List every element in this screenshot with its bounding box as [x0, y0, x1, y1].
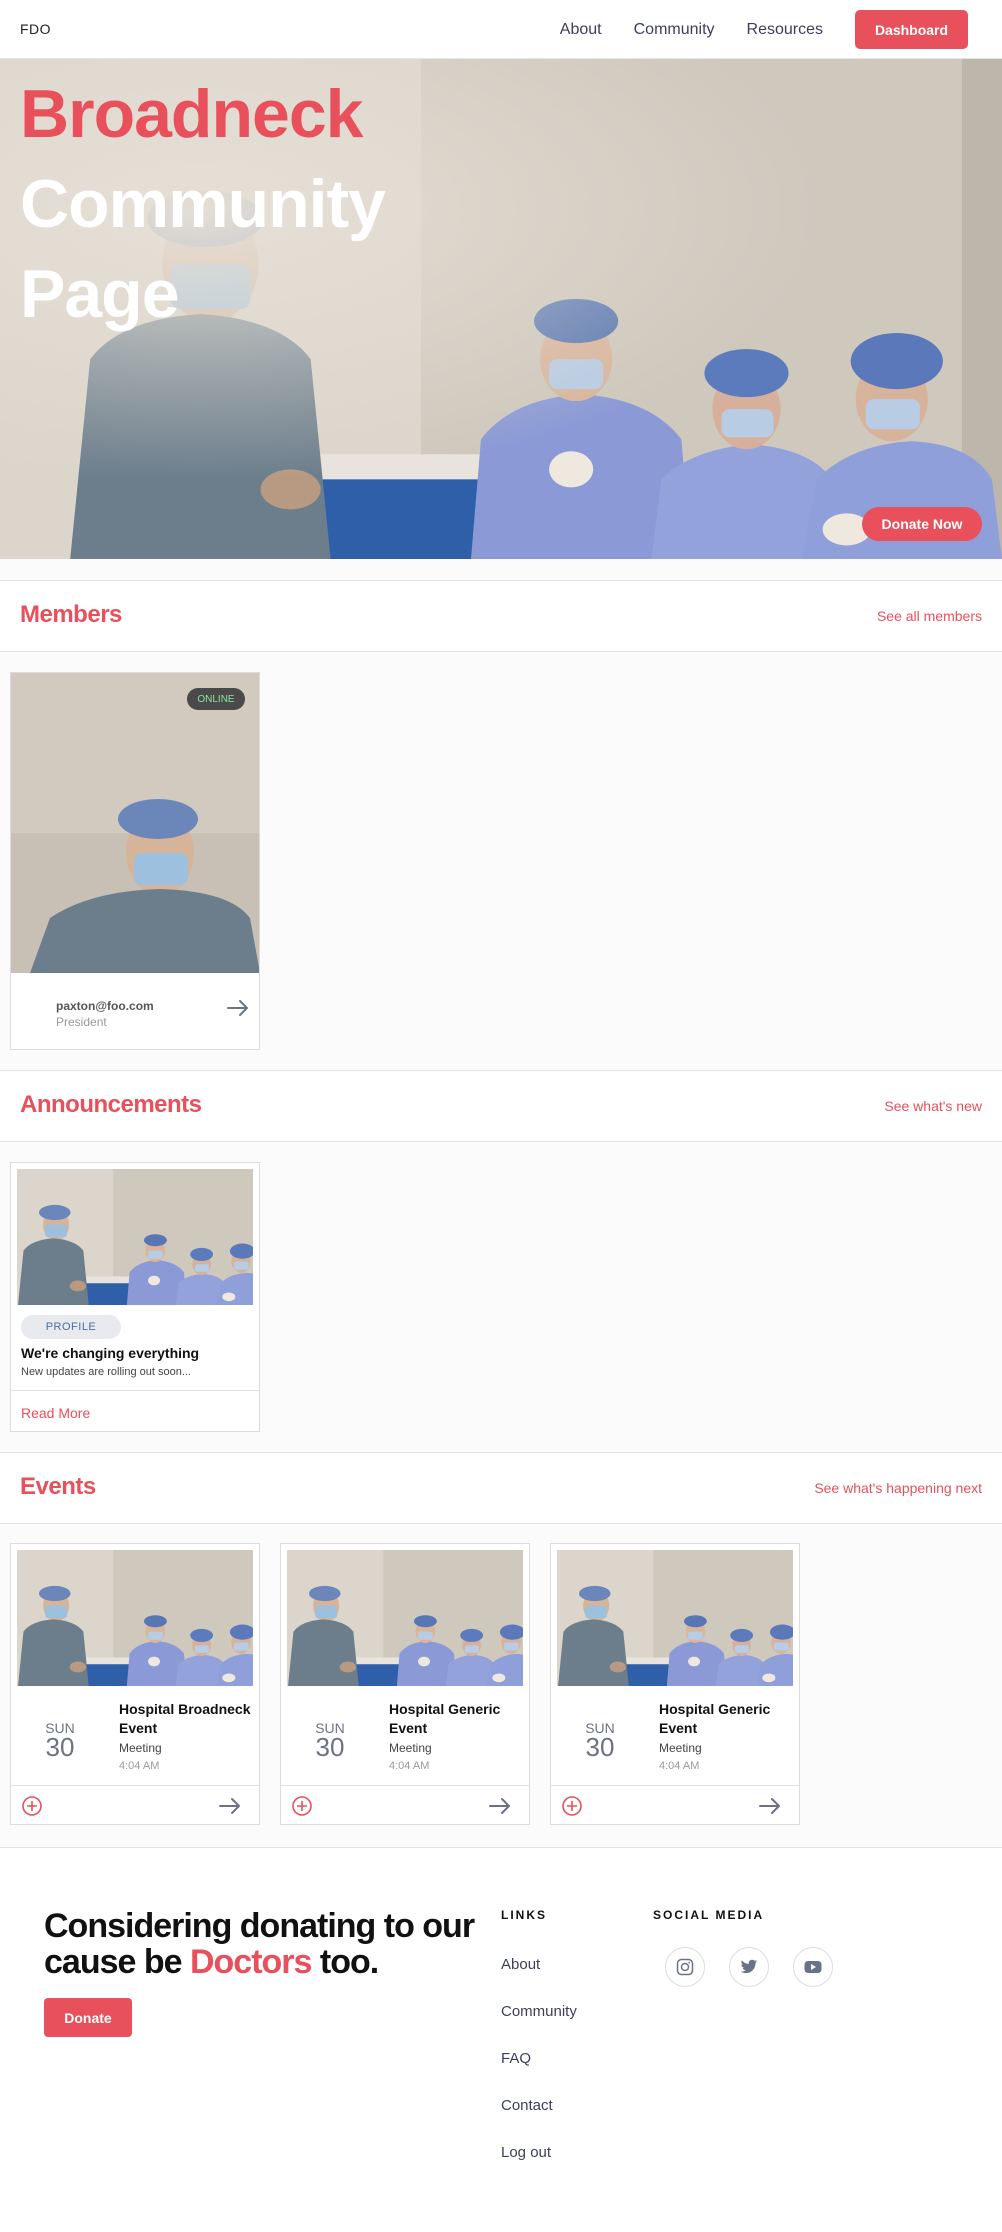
arrow-right-icon[interactable]	[219, 1797, 241, 1815]
donate-now-button[interactable]: Donate Now	[862, 507, 982, 541]
hero-title: Broadneck Community Page	[20, 69, 386, 339]
see-whats-new-link[interactable]: See what's new	[884, 1098, 982, 1114]
nav-links: About Community Resources Dashboard	[560, 10, 968, 49]
member-role: President	[56, 1015, 107, 1029]
add-circle-icon[interactable]	[291, 1795, 313, 1817]
add-circle-icon[interactable]	[21, 1795, 43, 1817]
hero-title-line1: Broadneck	[20, 76, 363, 152]
announcement-description: New updates are rolling out soon...	[21, 1366, 191, 1378]
nav-link-community[interactable]: Community	[634, 21, 715, 39]
members-section-header: Members See all members	[0, 580, 1002, 652]
divider	[281, 1785, 529, 1786]
event-image	[557, 1550, 793, 1686]
hero-banner: Broadneck Community Page Donate Now	[0, 59, 1002, 559]
events-section-header: Events See what's happening next	[0, 1452, 1002, 1524]
member-card[interactable]: ONLINE paxton@foo.com President	[10, 672, 260, 1050]
cta-text-accent: Doctors	[189, 1943, 312, 1981]
event-type: Meeting	[119, 1741, 162, 1755]
nav-link-resources[interactable]: Resources	[747, 21, 823, 39]
cta-text-end: too.	[311, 1943, 379, 1981]
event-date: 30	[585, 1732, 615, 1762]
event-card[interactable]: SUN 30 Hospital Generic Event Meeting 4:…	[550, 1543, 800, 1825]
event-title: Hospital Generic Event	[389, 1701, 501, 1736]
footer: Considering donating to our cause be Doc…	[0, 1847, 1002, 2232]
links-heading: LINKS	[501, 1908, 547, 1922]
youtube-icon[interactable]	[793, 1947, 833, 1987]
announcement-image	[17, 1169, 253, 1305]
read-more-link[interactable]: Read More	[21, 1405, 90, 1421]
divider	[551, 1785, 799, 1786]
add-circle-icon[interactable]	[561, 1795, 583, 1817]
event-time: 4:04 AM	[659, 1760, 700, 1772]
social-media-heading: SOCIAL MEDIA	[653, 1908, 765, 1922]
member-email: paxton@foo.com	[56, 999, 154, 1013]
twitter-icon[interactable]	[729, 1947, 769, 1987]
members-title: Members	[20, 601, 122, 628]
instagram-icon[interactable]	[665, 1947, 705, 1987]
event-type: Meeting	[659, 1741, 702, 1755]
events-title: Events	[20, 1473, 96, 1500]
event-card[interactable]: SUN 30 Hospital Broadneck Event Meeting …	[10, 1543, 260, 1825]
divider	[11, 1785, 259, 1786]
footer-link-community[interactable]: Community	[501, 2003, 577, 2020]
event-time: 4:04 AM	[389, 1760, 430, 1772]
donate-button[interactable]: Donate	[44, 1998, 132, 2037]
nav-link-about[interactable]: About	[560, 21, 602, 39]
donation-cta-heading: Considering donating to our cause be Doc…	[44, 1908, 484, 1980]
footer-link-contact[interactable]: Contact	[501, 2097, 553, 2114]
member-photo: ONLINE	[11, 673, 259, 973]
announcements-section-header: Announcements See what's new	[0, 1070, 1002, 1142]
announcement-card[interactable]: PROFILE We're changing everything New up…	[10, 1162, 260, 1432]
member-image	[11, 673, 259, 973]
event-image	[17, 1550, 253, 1686]
dashboard-button[interactable]: Dashboard	[855, 10, 968, 49]
event-image	[287, 1550, 523, 1686]
footer-link-logout[interactable]: Log out	[501, 2144, 551, 2161]
hero-title-line3: Page	[20, 256, 180, 332]
event-date: 30	[45, 1732, 75, 1762]
divider	[11, 1390, 259, 1391]
arrow-right-icon[interactable]	[489, 1797, 511, 1815]
event-card[interactable]: SUN 30 Hospital Generic Event Meeting 4:…	[280, 1543, 530, 1825]
footer-link-faq[interactable]: FAQ	[501, 2050, 531, 2067]
online-status-badge: ONLINE	[187, 688, 245, 710]
announcement-tag: PROFILE	[21, 1315, 121, 1339]
event-title: Hospital Broadneck Event	[119, 1701, 251, 1736]
announcement-title: We're changing everything	[21, 1345, 200, 1361]
footer-link-about[interactable]: About	[501, 1956, 540, 1973]
top-navbar: FDO About Community Resources Dashboard	[0, 0, 1002, 59]
event-type: Meeting	[389, 1741, 432, 1755]
see-whats-happening-link[interactable]: See what's happening next	[814, 1480, 982, 1496]
announcements-title: Announcements	[20, 1091, 202, 1118]
event-date: 30	[315, 1732, 345, 1762]
event-title: Hospital Generic Event	[659, 1701, 771, 1736]
hero-title-line2: Community	[20, 166, 386, 242]
brand-logo[interactable]: FDO	[20, 21, 51, 37]
see-all-members-link[interactable]: See all members	[877, 608, 982, 624]
arrow-right-icon[interactable]	[759, 1797, 781, 1815]
event-time: 4:04 AM	[119, 1760, 160, 1772]
arrow-right-icon[interactable]	[227, 999, 249, 1017]
